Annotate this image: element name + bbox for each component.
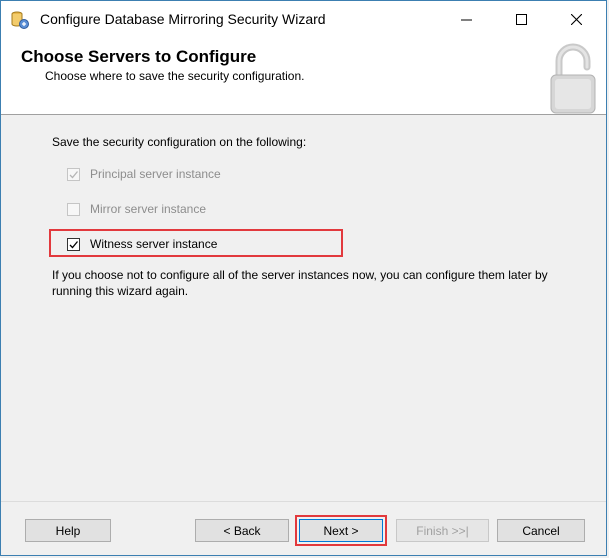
close-button[interactable] [553,1,599,37]
page-subtitle: Choose where to save the security config… [45,69,305,83]
next-highlight-box [295,515,387,546]
intro-text: Save the security configuration on the f… [52,135,307,149]
mirror-server-option: Mirror server instance [67,200,206,218]
mirror-server-checkbox [67,202,80,216]
principal-server-checkbox [67,167,80,181]
finish-button: Finish >>| [396,519,489,542]
maximize-icon [515,13,527,25]
close-icon [570,13,582,25]
window-title: Configure Database Mirroring Security Wi… [40,11,326,27]
minimize-button[interactable] [443,1,489,37]
back-button[interactable]: < Back [195,519,289,542]
info-note: If you choose not to configure all of th… [52,268,548,298]
title-bar[interactable]: Configure Database Mirroring Security Wi… [1,1,606,37]
wizard-header: Choose Servers to Configure Choose where… [1,37,606,115]
maximize-button[interactable] [498,1,544,37]
database-wizard-icon [11,11,29,29]
principal-server-option: Principal server instance [67,165,221,183]
minimize-icon [460,19,472,20]
cancel-button[interactable]: Cancel [497,519,585,542]
wizard-window: Configure Database Mirroring Security Wi… [0,0,607,556]
footer-divider [1,501,606,502]
principal-server-label: Principal server instance [90,167,221,181]
padlock-icon [550,43,596,114]
page-title: Choose Servers to Configure [21,47,257,66]
help-button[interactable]: Help [25,519,111,542]
witness-highlight-box [49,229,343,257]
mirror-server-label: Mirror server instance [90,202,207,216]
checkmark-icon [69,170,78,178]
